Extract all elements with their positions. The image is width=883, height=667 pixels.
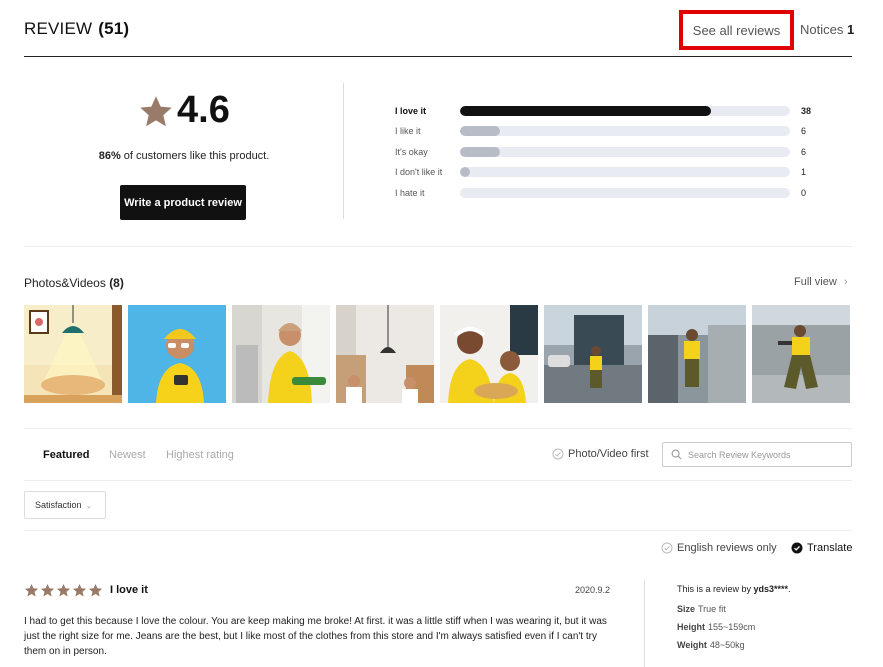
photo-thumbnail[interactable] [336, 305, 434, 403]
tab-highest-rating[interactable]: Highest rating [166, 449, 234, 461]
notices-link[interactable]: Notices 1 [800, 22, 854, 37]
see-all-reviews-link[interactable]: See all reviews [679, 10, 794, 50]
rating-bar-track [460, 106, 790, 116]
rating-bar-fill [460, 167, 470, 177]
star-icon [88, 583, 103, 597]
reviewer-height: Height 155~159cm [677, 622, 755, 632]
review-body: I had to get this because I love the col… [24, 616, 607, 657]
photo-thumbnail[interactable] [232, 305, 330, 403]
english-only-label: English reviews only [677, 542, 777, 554]
average-rating: 4.6 [177, 89, 230, 131]
rating-row-label: I don't like it [395, 167, 443, 177]
review-title: I love it [110, 584, 148, 596]
rating-row-count: 1 [801, 167, 807, 177]
satisfaction-dropdown[interactable]: Satisfaction ⌄ [24, 491, 106, 519]
translate-label: Translate [807, 542, 853, 554]
divider [24, 428, 852, 429]
reviewer-size: Size True fit [677, 604, 726, 614]
chevron-right-icon: › [843, 276, 848, 288]
rating-bar-track [460, 167, 790, 177]
reviewer-weight: Weight 48~50kg [677, 640, 745, 650]
weight-label: Weight [677, 640, 707, 650]
star-icon [72, 583, 87, 597]
reviewer-prefix: This is a review by [677, 584, 754, 594]
photos-count: (8) [109, 276, 124, 290]
divider [24, 246, 852, 247]
star-icon [24, 583, 39, 597]
reviewer-suffix: . [788, 584, 791, 594]
height-label: Height [677, 622, 705, 632]
rating-bar-track [460, 188, 790, 198]
full-view-label: Full view [794, 276, 837, 288]
photo-thumbnail[interactable] [752, 305, 850, 403]
photo-thumbnail[interactable] [544, 305, 642, 403]
satisfaction-percent: 86% [98, 150, 121, 162]
rating-bar-track [460, 147, 790, 157]
star-icon [140, 96, 172, 127]
tab-newest[interactable]: Newest [109, 449, 146, 461]
rating-row-count: 38 [801, 106, 812, 116]
check-circle-icon [661, 542, 673, 554]
photos-videos-title: Photos&Videos (8) [24, 276, 124, 290]
review-date: 2020.9.2 [575, 585, 611, 595]
summary-divider [343, 83, 344, 219]
photo-thumbnail[interactable] [440, 305, 538, 403]
photo-thumbnail[interactable] [24, 305, 122, 403]
divider [24, 480, 852, 481]
height-value: 155~159cm [708, 622, 756, 632]
rating-bar-fill [460, 147, 500, 157]
write-review-button[interactable]: Write a product review [120, 185, 246, 220]
divider [24, 530, 852, 531]
rating-row-label: I hate it [395, 188, 425, 198]
size-value: True fit [698, 604, 726, 614]
check-circle-icon [552, 448, 564, 460]
review-heading: REVIEW (51) [24, 19, 129, 39]
rating-row: I don't like it 1 [395, 165, 815, 179]
photo-thumbnail[interactable] [648, 305, 746, 403]
search-box [662, 442, 852, 467]
rating-row: It's okay 6 [395, 145, 815, 159]
check-circle-filled-icon [791, 542, 803, 554]
rating-row: I like it 6 [395, 124, 815, 138]
satisfaction-suffix: of customers like this product. [120, 150, 270, 162]
tab-featured[interactable]: Featured [43, 449, 89, 461]
rating-row-count: 0 [801, 188, 807, 198]
chevron-down-icon: ⌄ [85, 500, 93, 510]
photo-thumbnail[interactable] [128, 305, 226, 403]
star-icon [56, 583, 71, 597]
rating-bar-track [460, 126, 790, 136]
review-divider [644, 580, 645, 667]
english-only-toggle[interactable]: English reviews only [661, 542, 777, 554]
star-icon [40, 583, 55, 597]
reviewer-line: This is a review by yds3****. [677, 584, 791, 594]
satisfaction-label: Satisfaction [35, 500, 82, 510]
search-icon [671, 449, 682, 460]
rating-bar-fill [460, 126, 500, 136]
rating-bar-fill [460, 106, 711, 116]
review-title: REVIEW [24, 19, 93, 38]
rating-row: I hate it 0 [395, 186, 815, 200]
full-view-link[interactable]: Full view › [794, 276, 848, 288]
rating-row: I love it 38 [395, 104, 815, 118]
rating-row-label: I like it [395, 126, 421, 136]
reviewer-name: yds3**** [753, 584, 789, 594]
translate-toggle[interactable]: Translate [791, 542, 852, 554]
rating-row-count: 6 [801, 147, 807, 157]
review-count: (51) [98, 19, 130, 38]
photo-video-first-label: Photo/Video first [568, 448, 649, 460]
notices-label: Notices [800, 22, 844, 37]
size-label: Size [677, 604, 696, 614]
review-stars [24, 583, 103, 598]
weight-value: 48~50kg [709, 640, 745, 650]
notices-count: 1 [846, 22, 855, 37]
rating-row-label: I love it [395, 106, 427, 116]
rating-row-label: It's okay [395, 147, 428, 157]
satisfaction-text: 86% of customers like this product. [24, 150, 344, 162]
search-input[interactable] [688, 449, 838, 460]
photos-label: Photos&Videos [24, 276, 106, 290]
photo-gallery [24, 305, 850, 403]
photo-video-first-toggle[interactable]: Photo/Video first [552, 448, 649, 460]
rating-row-count: 6 [801, 126, 807, 136]
header-divider [24, 56, 852, 57]
